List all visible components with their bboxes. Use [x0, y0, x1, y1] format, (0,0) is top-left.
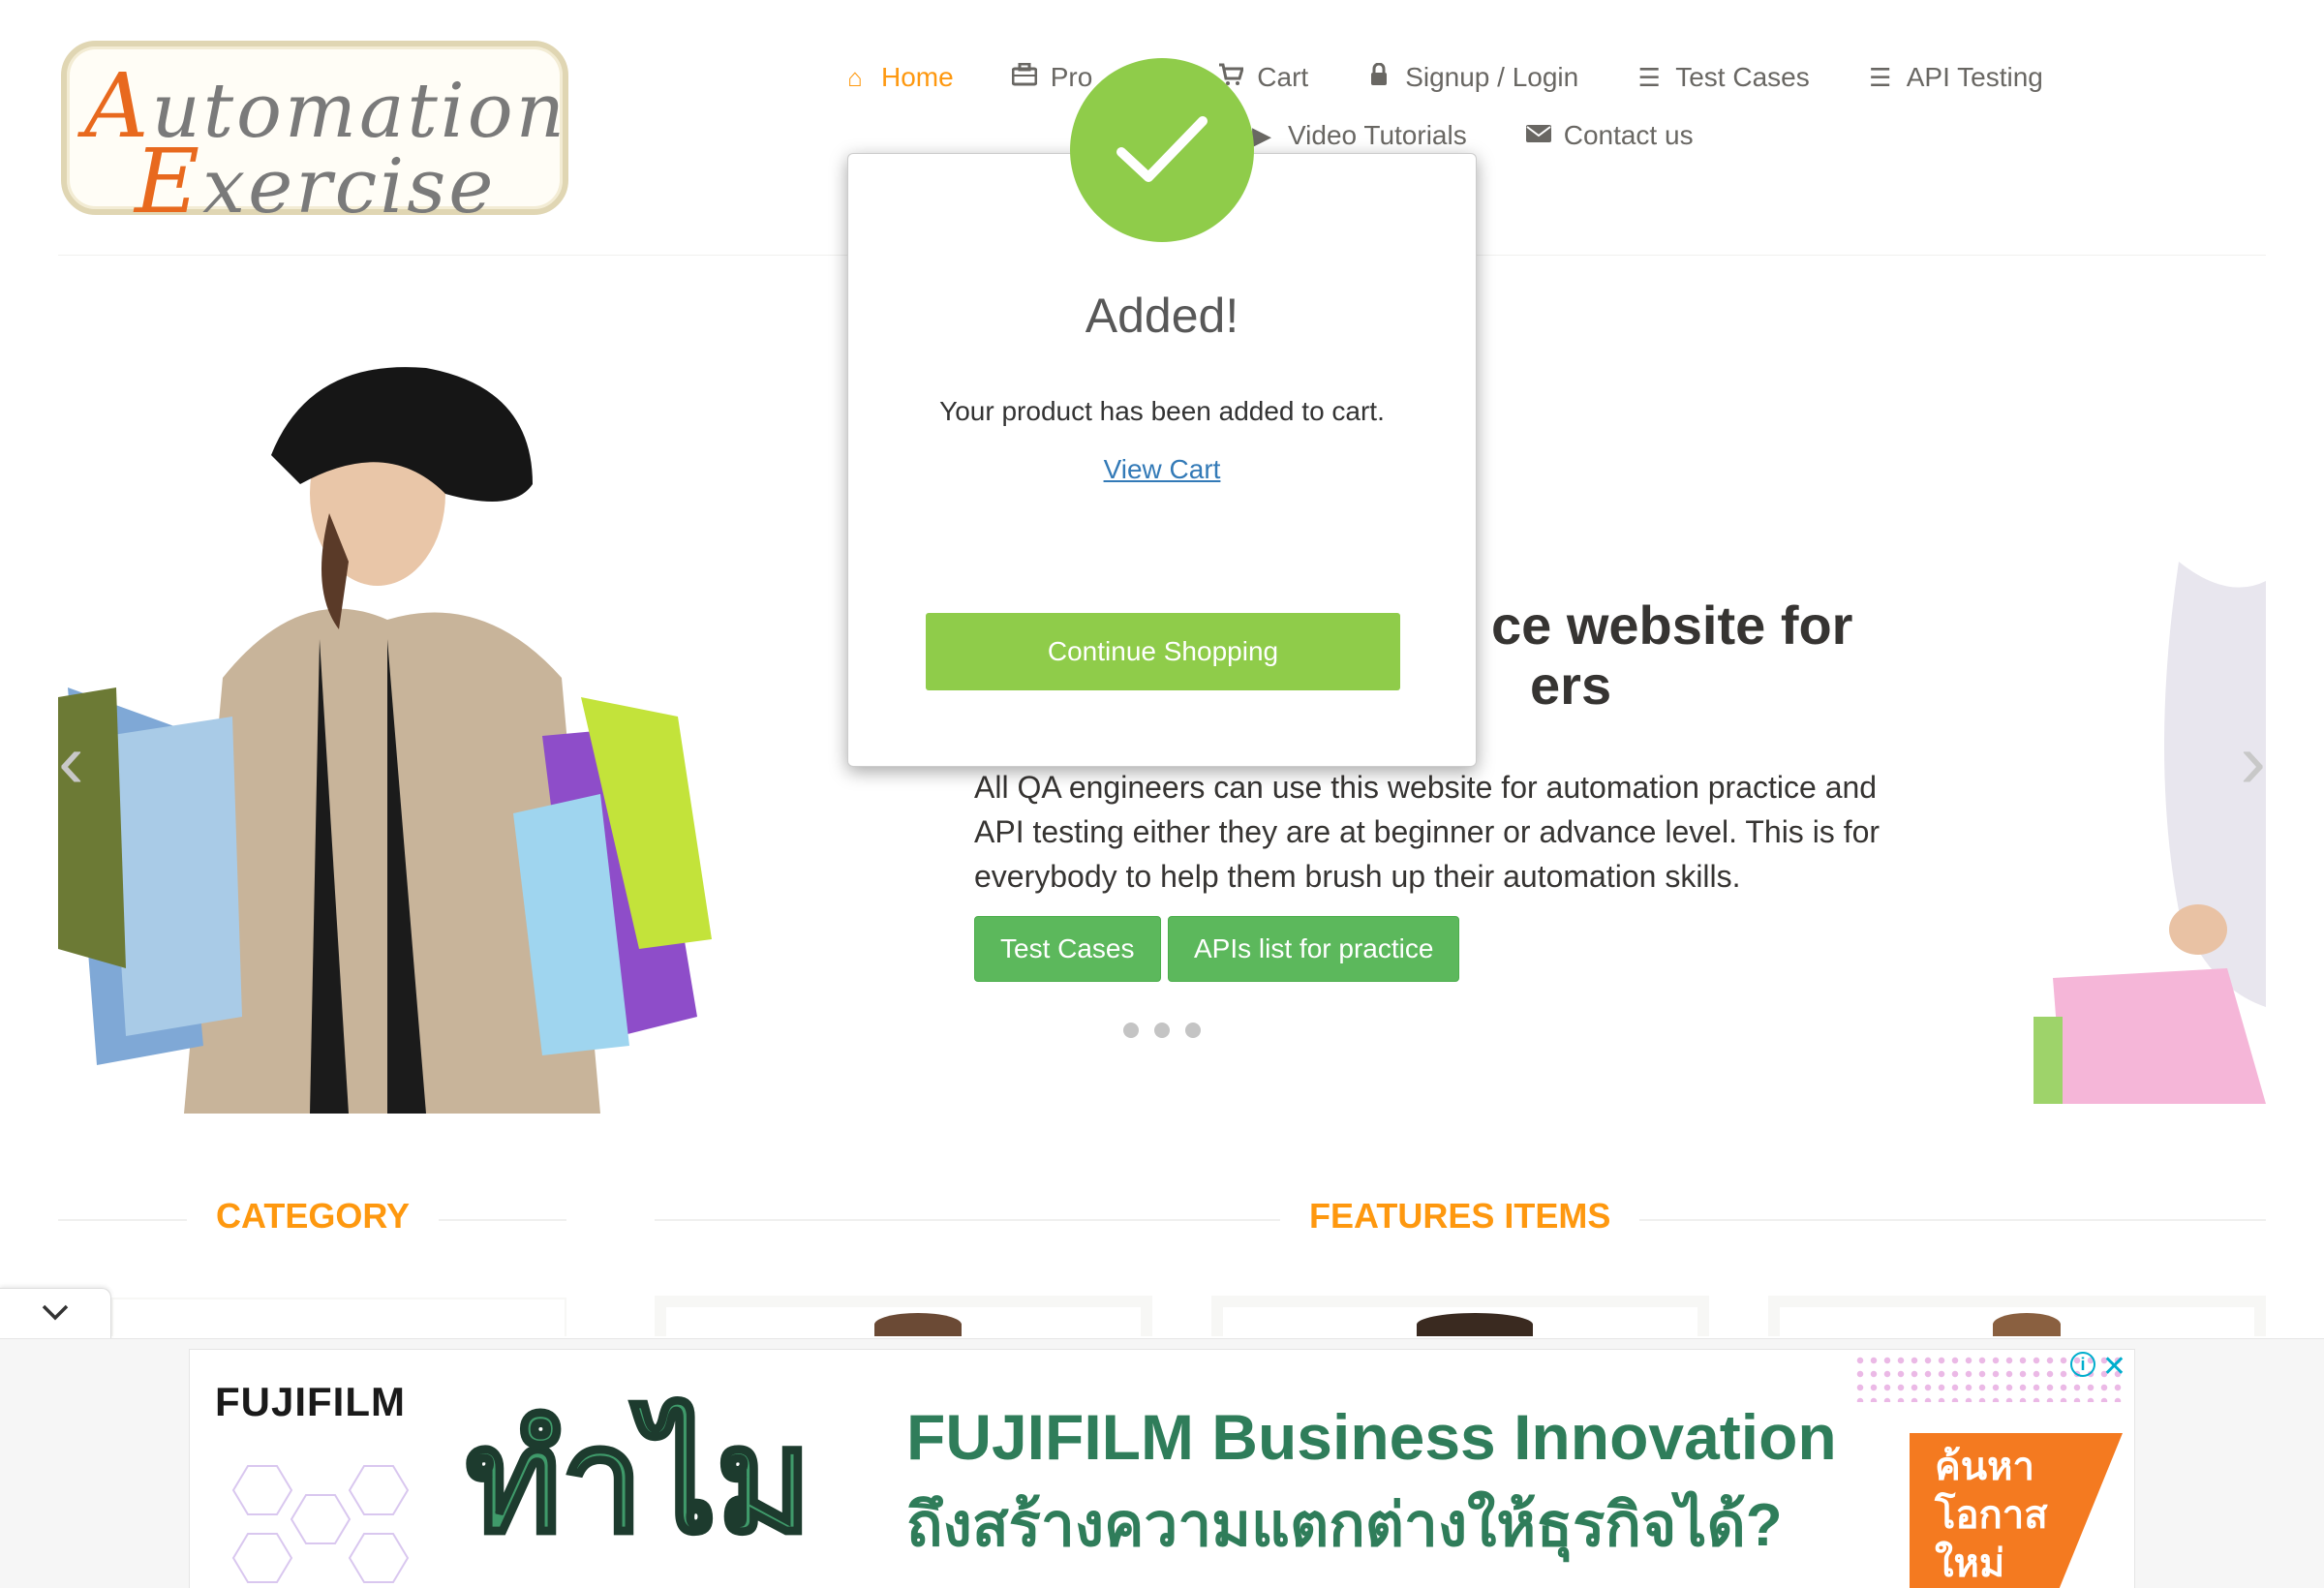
- lock-icon: [1366, 62, 1391, 93]
- ad-thai-subline: ถึงสร้างความแตกต่างให้ธุรกิจได้?: [906, 1492, 1783, 1559]
- briefcase-icon: [1011, 62, 1038, 93]
- nav-api-testing-label: API Testing: [1906, 62, 2043, 92]
- features-heading: FEATURES ITEMS: [1280, 1196, 1640, 1237]
- envelope-icon: [1525, 121, 1551, 151]
- success-check-icon: [1070, 58, 1254, 242]
- list-icon: ☰: [1637, 62, 1661, 92]
- added-to-cart-modal: Added! Your product has been added to ca…: [847, 153, 1477, 767]
- nav-cart-label: Cart: [1257, 62, 1309, 92]
- hero-image-shopper: [58, 271, 712, 1114]
- nav-contact-us[interactable]: Contact us: [1525, 120, 1694, 151]
- continue-shopping-button[interactable]: Continue Shopping: [926, 613, 1400, 690]
- product-card: [1768, 1296, 2266, 1336]
- test-cases-button[interactable]: Test Cases: [974, 916, 1161, 982]
- ad-cta[interactable]: ค้นหา โอกาส ใหม่: [1910, 1433, 2123, 1588]
- ad-thai-headline: ทำไม: [464, 1397, 813, 1564]
- nav-test-cases[interactable]: ☰ Test Cases: [1636, 62, 1810, 93]
- nav-video-tutorials-label: Video Tutorials: [1288, 120, 1467, 150]
- ad-title: FUJIFILM Business Innovation: [906, 1401, 1837, 1473]
- nav-signup-login-label: Signup / Login: [1405, 62, 1579, 92]
- slider-dot[interactable]: [1185, 1023, 1201, 1038]
- slider-prev-arrow[interactable]: ‹: [58, 717, 84, 806]
- apis-list-button[interactable]: APIs list for practice: [1168, 916, 1460, 982]
- category-panel: [111, 1298, 566, 1336]
- nav-home[interactable]: ⌂ Home: [842, 62, 954, 93]
- product-image: [1417, 1313, 1533, 1336]
- slider-next-arrow[interactable]: ›: [2240, 717, 2266, 806]
- slider-dot[interactable]: [1123, 1023, 1139, 1038]
- view-cart-link[interactable]: View Cart: [848, 454, 1476, 485]
- nav-products-label: Pro: [1050, 62, 1093, 92]
- nav-api-testing[interactable]: ☰ API Testing: [1868, 62, 2043, 93]
- nav-signup-login[interactable]: Signup / Login: [1366, 62, 1578, 93]
- category-heading: CATEGORY: [187, 1196, 440, 1237]
- hero-image-partial: [2034, 562, 2266, 1104]
- ad-banner[interactable]: FUJIFILM ทำไม FUJIFILM Business Innovati…: [189, 1349, 2135, 1588]
- home-icon: ⌂: [847, 62, 863, 92]
- nav-products[interactable]: Pro: [1011, 62, 1093, 93]
- slider-dot[interactable]: [1154, 1023, 1170, 1038]
- site-logo[interactable]: Automation Exercise: [61, 41, 568, 233]
- ad-collapse-button[interactable]: [0, 1288, 111, 1340]
- ad-brand: FUJIFILM: [215, 1379, 406, 1424]
- product-image: [1993, 1313, 2061, 1336]
- ad-info-icon[interactable]: i: [2070, 1352, 2095, 1377]
- modal-title: Added!: [1085, 289, 1239, 343]
- main-nav: ⌂ Home Pro Cart Signup / Login ☰ Test Ca…: [842, 53, 2121, 160]
- slider-indicators: [1123, 1023, 1201, 1038]
- ad-close-icon[interactable]: ✕: [2102, 1350, 2126, 1384]
- nav-home-label: Home: [881, 62, 954, 92]
- nav-contact-us-label: Contact us: [1563, 120, 1694, 150]
- logo-line-2: Exercise: [135, 130, 497, 233]
- product-card: [1211, 1296, 1709, 1336]
- nav-test-cases-label: Test Cases: [1675, 62, 1810, 92]
- hexagon-pattern: [231, 1465, 410, 1583]
- product-card: [655, 1296, 1152, 1336]
- list-icon: ☰: [1869, 62, 1892, 92]
- product-image: [874, 1313, 962, 1336]
- modal-message: Your product has been added to cart.: [939, 396, 1385, 426]
- nav-cart[interactable]: Cart: [1218, 62, 1308, 93]
- chevron-down-icon: [41, 1303, 70, 1326]
- nav-video-tutorials[interactable]: ▶ Video Tutorials: [1249, 120, 1467, 151]
- slider-description: All QA engineers can use this website fo…: [974, 770, 1881, 894]
- ad-bar: FUJIFILM ทำไม FUJIFILM Business Innovati…: [0, 1338, 2324, 1588]
